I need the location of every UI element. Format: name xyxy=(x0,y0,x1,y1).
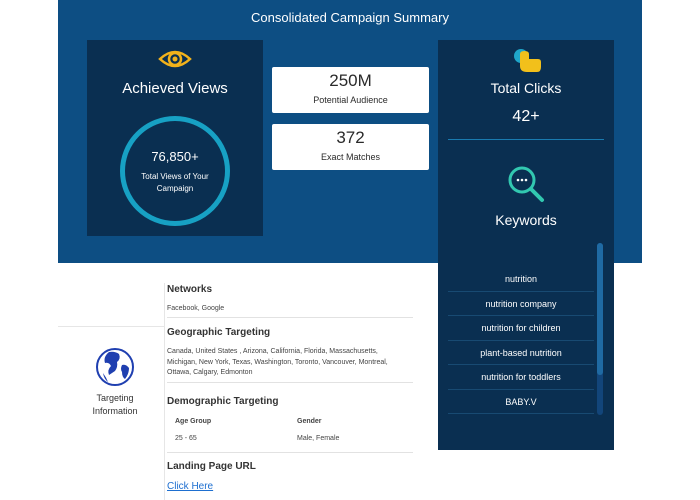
keywords-list: nutrition nutrition company nutrition fo… xyxy=(448,267,594,414)
section-divider xyxy=(58,326,165,327)
clicks-keywords-panel: Total Clicks 42+ Keywords nutrition nutr… xyxy=(438,40,614,450)
potential-audience-card: 250M Potential Audience xyxy=(272,67,429,113)
section-rule xyxy=(167,452,413,453)
globe-icon xyxy=(96,348,134,386)
geographic-targeting-heading: Geographic Targeting xyxy=(167,327,271,338)
views-ring: 76,850+ Total Views of Your Campaign xyxy=(120,116,230,226)
keyword-item: nutrition xyxy=(448,267,594,292)
landing-page-link[interactable]: Click Here xyxy=(167,481,213,492)
keywords-scrollbar[interactable] xyxy=(597,243,603,415)
panel-divider xyxy=(448,139,604,140)
gender-value: Male, Female xyxy=(297,435,340,442)
keyword-item: nutrition for children xyxy=(448,316,594,341)
achieved-views-title: Achieved Views xyxy=(122,80,228,97)
views-caption: Total Views of Your Campaign xyxy=(141,172,209,193)
achieved-views-card: Achieved Views 76,850+ Total Views of Yo… xyxy=(87,40,263,236)
targeting-vertical-rule xyxy=(164,283,165,500)
audience-value: 250M xyxy=(329,71,372,90)
total-clicks-title: Total Clicks xyxy=(490,80,562,96)
keywords-scroll-thumb[interactable] xyxy=(597,243,603,375)
keyword-item: plant-based nutrition xyxy=(448,341,594,365)
age-group-value: 25 - 65 xyxy=(175,435,197,442)
matches-label: Exact Matches xyxy=(320,152,381,162)
search-icon xyxy=(508,166,544,202)
networks-value: Facebook, Google xyxy=(167,305,225,312)
keyword-item: BABY.V xyxy=(448,390,594,414)
section-rule xyxy=(167,382,413,383)
networks-heading: Networks xyxy=(167,284,213,295)
geographic-targeting-value: Canada, United States , Arizona, Califor… xyxy=(167,348,388,376)
keyword-item: nutrition for toddlers xyxy=(448,365,594,390)
keywords-title: Keywords xyxy=(495,212,557,228)
age-group-header: Age Group xyxy=(175,418,212,425)
exact-matches-card: 372 Exact Matches xyxy=(272,124,429,170)
matches-value: 372 xyxy=(336,128,365,147)
section-rule xyxy=(167,317,413,318)
landing-page-heading: Landing Page URL xyxy=(167,461,256,472)
demographic-targeting-heading: Demographic Targeting xyxy=(167,396,279,407)
gender-header: Gender xyxy=(297,418,322,425)
audience-label: Potential Audience xyxy=(313,95,388,105)
total-clicks-value: 42+ xyxy=(512,108,540,125)
targeting-information-label: Targeting Information xyxy=(92,393,138,416)
pointer-icon xyxy=(514,49,541,72)
views-value: 76,850+ xyxy=(151,149,199,164)
keyword-item: nutrition company xyxy=(448,292,594,316)
eye-icon xyxy=(158,50,192,68)
page-title: Consolidated Campaign Summary xyxy=(251,10,449,25)
